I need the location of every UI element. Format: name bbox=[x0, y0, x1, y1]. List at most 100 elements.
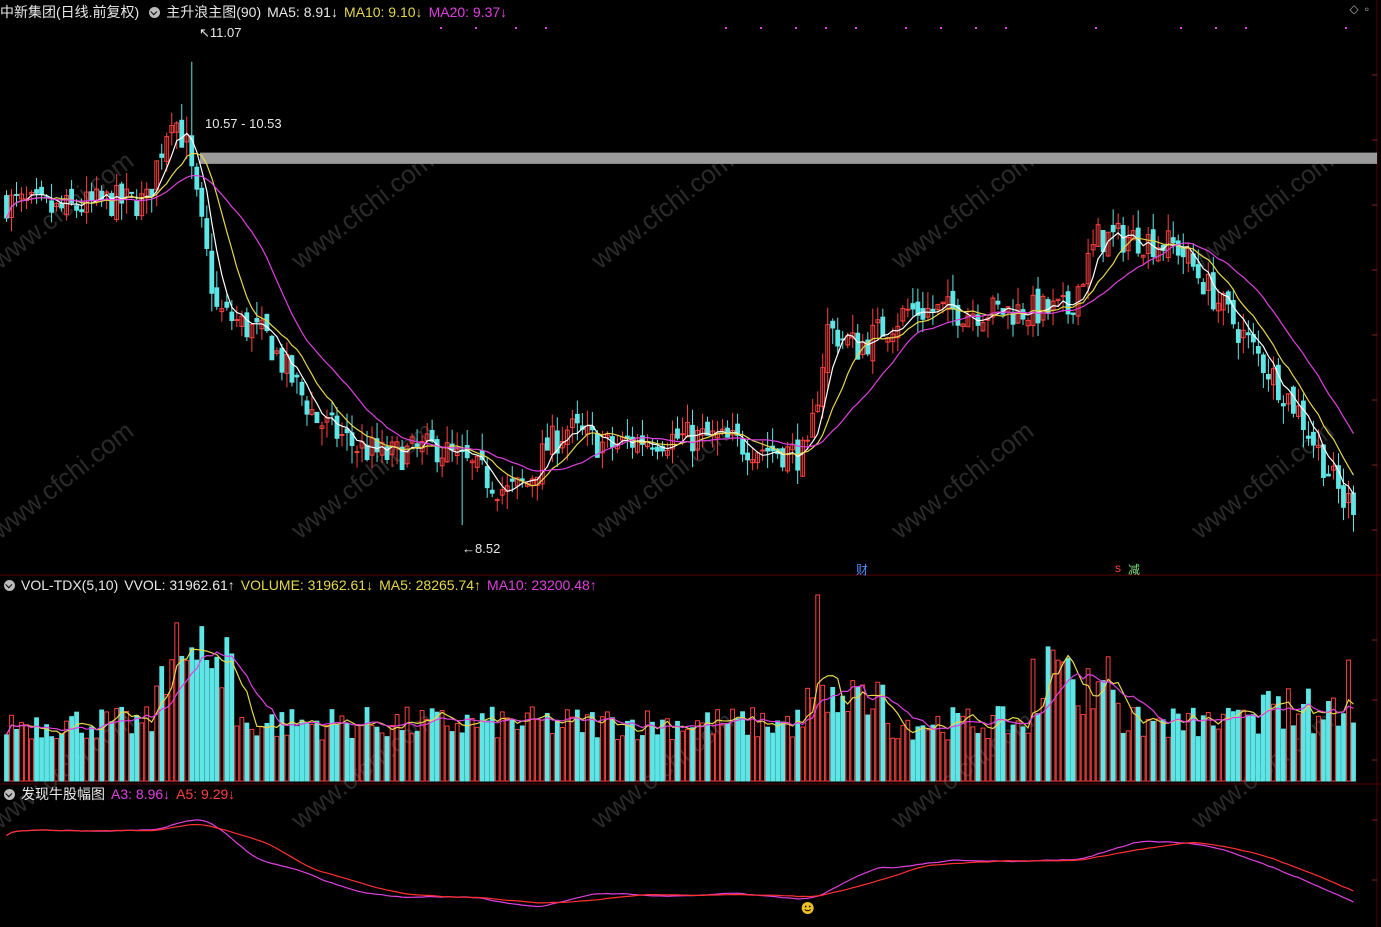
candle-body bbox=[835, 329, 841, 347]
candle-body bbox=[910, 303, 916, 310]
candle-body bbox=[204, 218, 210, 249]
volume-bar bbox=[344, 722, 350, 782]
candle-body bbox=[1200, 282, 1206, 295]
event-s-marker[interactable]: s bbox=[1115, 561, 1121, 575]
volume-bar bbox=[364, 707, 370, 782]
financial-report-marker[interactable]: 财 bbox=[856, 561, 868, 578]
high-price-label: ↖11.07 bbox=[199, 25, 242, 40]
volume-bar bbox=[1351, 722, 1356, 782]
volume-indicator-name[interactable]: VOL-TDX(5,10) bbox=[21, 576, 118, 594]
candle-body bbox=[1260, 354, 1266, 373]
candle-body bbox=[414, 443, 420, 447]
candle-body bbox=[129, 191, 135, 194]
volume-bar bbox=[194, 659, 200, 782]
expand-icon[interactable]: ▫ bbox=[1365, 2, 1375, 16]
candle-body bbox=[79, 209, 85, 213]
volume-bar bbox=[1210, 725, 1216, 782]
volume-bar bbox=[1291, 725, 1296, 782]
volume-bar bbox=[625, 720, 630, 782]
price-band bbox=[200, 152, 1377, 164]
volume-bar bbox=[690, 727, 695, 782]
indicator-settings-icon[interactable] bbox=[149, 6, 161, 18]
signal-dot bbox=[1215, 27, 1217, 29]
volume-bar bbox=[1000, 706, 1006, 782]
candle-body bbox=[920, 308, 926, 320]
volume-bar bbox=[1020, 726, 1026, 782]
volume-bar bbox=[910, 739, 916, 782]
volume-bar bbox=[1245, 714, 1251, 782]
volume-bar bbox=[189, 647, 195, 782]
indicator-name[interactable]: 主升浪主图(90) bbox=[166, 3, 261, 21]
volume-bar bbox=[630, 719, 635, 782]
candle-body bbox=[1291, 386, 1296, 414]
candle-body bbox=[995, 300, 1001, 305]
candle-body bbox=[1180, 247, 1186, 258]
candle-body bbox=[229, 311, 235, 322]
candle-body bbox=[299, 381, 305, 396]
signal-dot bbox=[825, 27, 827, 29]
volume-bar bbox=[49, 736, 54, 782]
main-chart-header: 中新集团(日线.前复权) 主升浪主图(90) MA5: 8.91↓ MA10: … bbox=[0, 3, 513, 21]
volume-settings-icon[interactable] bbox=[4, 579, 15, 591]
volume-bar bbox=[329, 709, 335, 782]
candle-body bbox=[269, 335, 275, 361]
candle-body bbox=[905, 308, 911, 311]
candle-body bbox=[1150, 229, 1156, 258]
volume-bar bbox=[1341, 713, 1346, 782]
volume-bar bbox=[660, 719, 665, 782]
volume-bar bbox=[1065, 657, 1071, 782]
candle-body bbox=[675, 428, 680, 439]
candle-body bbox=[740, 438, 745, 455]
volume-bar bbox=[374, 726, 380, 782]
volume-bar bbox=[1120, 732, 1126, 782]
smiley-icon bbox=[801, 902, 814, 914]
volume-bar bbox=[384, 736, 390, 782]
volume-bar bbox=[975, 732, 981, 782]
candle-body bbox=[1070, 312, 1076, 315]
volume-bar bbox=[1250, 714, 1256, 782]
volume-bar bbox=[675, 720, 680, 782]
volume-bar bbox=[459, 732, 465, 782]
signal-dot bbox=[475, 27, 477, 29]
volume-bar bbox=[1150, 720, 1156, 782]
volume-bar bbox=[44, 724, 49, 782]
volume-bar bbox=[1180, 730, 1186, 782]
volume-bar bbox=[269, 714, 275, 782]
indicator2-name[interactable]: 发现牛股幅图 bbox=[21, 785, 105, 803]
candle-body bbox=[34, 189, 39, 194]
volume-bar bbox=[119, 706, 125, 782]
volume-bar bbox=[349, 737, 355, 782]
signal-dot bbox=[795, 27, 797, 29]
candle-body bbox=[1341, 485, 1346, 508]
volume-bar bbox=[1195, 736, 1201, 782]
volume-bar bbox=[14, 729, 19, 782]
diamond-icon[interactable]: ◇ bbox=[1350, 2, 1365, 16]
volume-bar bbox=[79, 732, 85, 782]
candle-body bbox=[109, 192, 115, 216]
volume-bar bbox=[159, 666, 165, 782]
candle-body bbox=[950, 290, 956, 310]
candle-body bbox=[574, 413, 580, 424]
vvol-value: VVOL: 31962.61↑ bbox=[124, 577, 235, 593]
volume-value: VOLUME: 31962.61↓ bbox=[240, 577, 374, 593]
candle-body bbox=[509, 478, 515, 482]
candle-body bbox=[1235, 329, 1241, 343]
volume-bar bbox=[609, 717, 615, 782]
a5-value: A5: 9.29↓ bbox=[176, 786, 236, 802]
volume-bar bbox=[955, 712, 961, 782]
candle-body bbox=[930, 308, 936, 312]
volume-bar bbox=[995, 706, 1001, 782]
candle-body bbox=[745, 452, 751, 461]
signal-dot bbox=[725, 27, 727, 29]
indicator2-settings-icon[interactable] bbox=[4, 788, 15, 800]
volume-bar bbox=[650, 721, 655, 782]
low-price-label: ←8.52 bbox=[462, 541, 501, 556]
volume-bar bbox=[109, 721, 115, 782]
volume-bar bbox=[855, 686, 861, 782]
candle-body bbox=[1175, 240, 1181, 256]
volume-bar bbox=[1321, 719, 1326, 782]
candle-body bbox=[489, 489, 495, 494]
reduce-holding-marker[interactable]: 减 bbox=[1128, 561, 1140, 578]
volume-bar bbox=[229, 653, 235, 782]
stock-title: 中新集团(日线.前复权) bbox=[0, 4, 140, 20]
